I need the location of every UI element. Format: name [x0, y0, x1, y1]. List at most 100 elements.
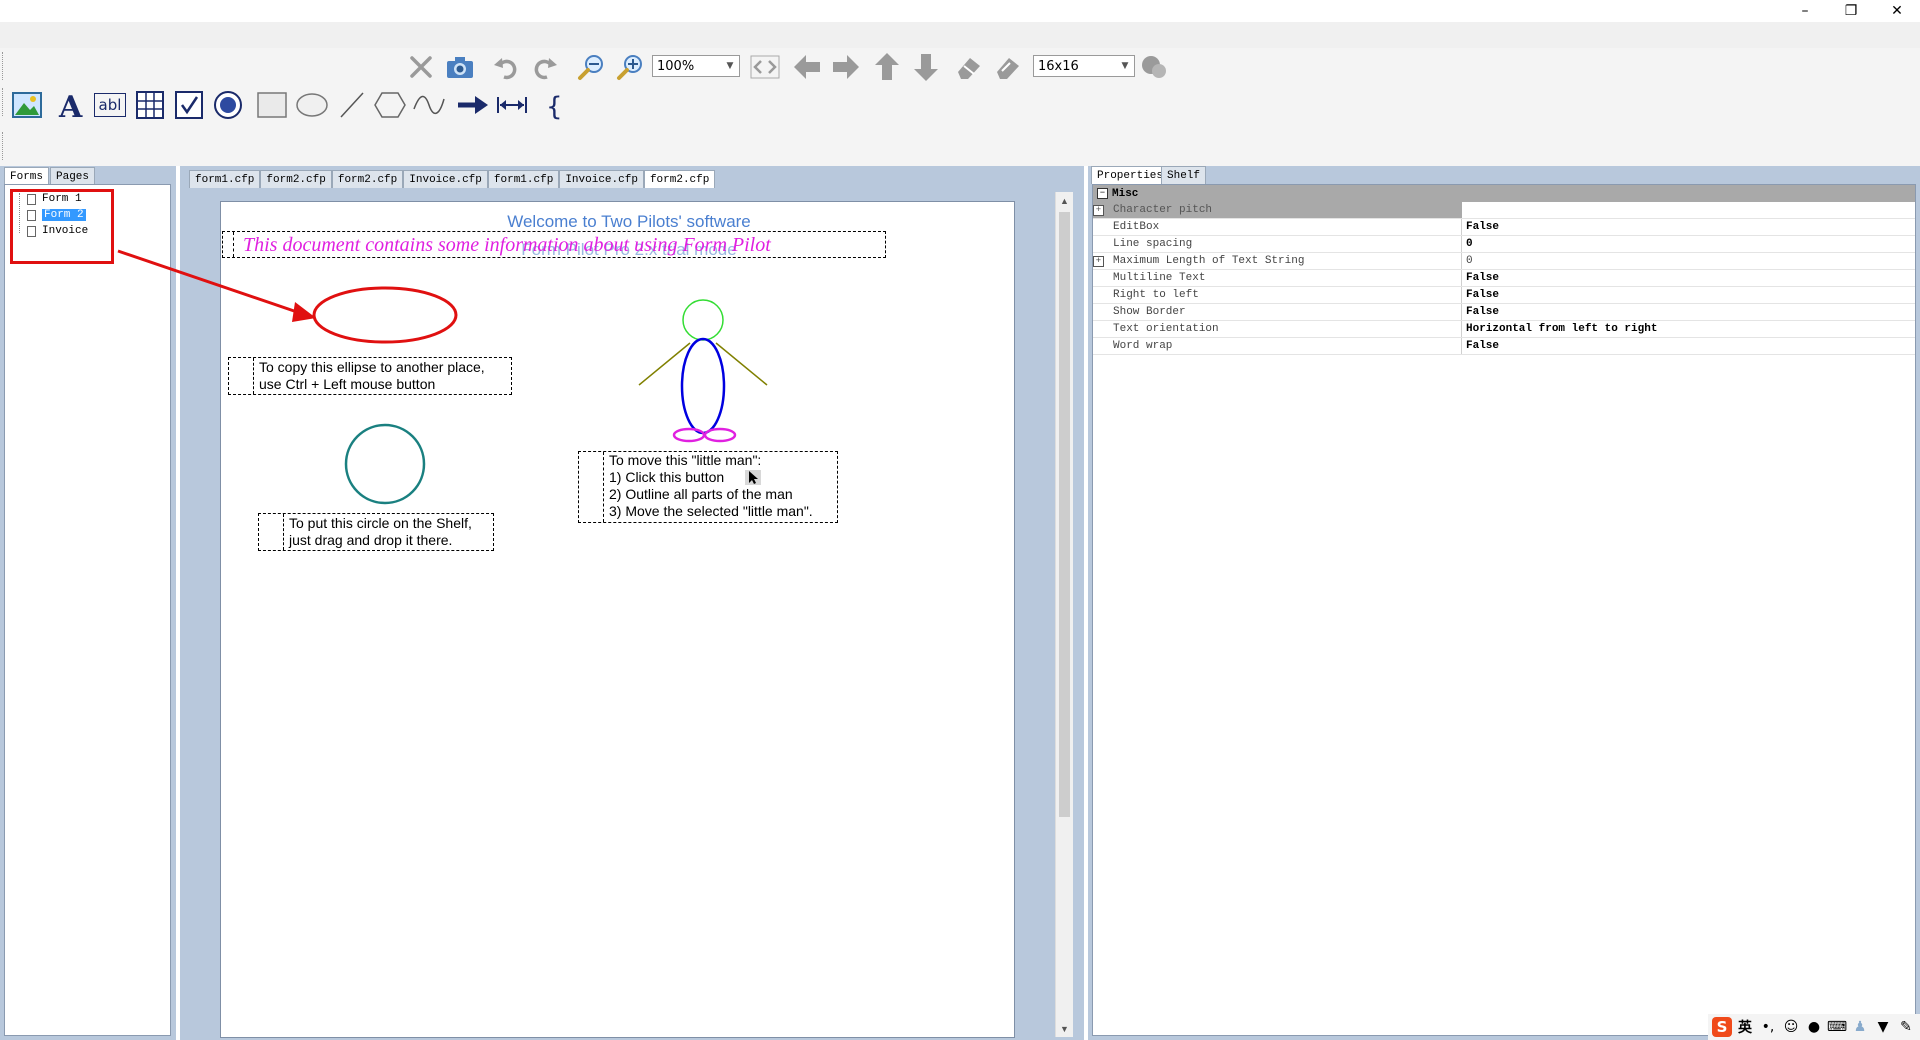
toolbar-grip[interactable] — [2, 88, 6, 116]
property-row[interactable]: + Character pitch — [1093, 202, 1915, 219]
dimension-tool-icon[interactable] — [495, 88, 529, 122]
property-name: + Character pitch — [1093, 202, 1462, 218]
forms-tree: Form 1 Form 2 Invoice — [4, 184, 171, 1036]
arrow-right-icon[interactable] — [829, 50, 863, 84]
toolbar-grip[interactable] — [2, 132, 6, 160]
scroll-up-icon[interactable]: ▲ — [1056, 192, 1073, 209]
man-note-line-4: 3) Move the selected "little man". — [609, 503, 813, 519]
ellipse-note-line-2: use Ctrl + Left mouse button — [259, 376, 436, 392]
settings-wrench-icon[interactable]: ✎ — [1896, 1017, 1916, 1037]
undo-icon[interactable] — [489, 50, 523, 84]
category-misc[interactable]: − Misc — [1093, 185, 1915, 202]
arrow-tool-icon[interactable] — [456, 88, 490, 122]
icon-size-select[interactable]: 16x16 ▼ — [1033, 55, 1135, 77]
red-ellipse-shape — [312, 286, 458, 344]
property-row[interactable]: Text orientation Horizontal from left to… — [1093, 321, 1915, 338]
svg-text:{: { — [546, 92, 563, 120]
arrow-left-icon[interactable] — [790, 50, 824, 84]
select-cursor-icon[interactable] — [745, 470, 761, 485]
property-name: Multiline Text — [1105, 270, 1462, 286]
rectangle-tool-icon[interactable] — [255, 88, 289, 122]
property-value[interactable]: False — [1462, 219, 1915, 235]
tab-properties[interactable]: Properties — [1091, 166, 1170, 184]
property-row[interactable]: + Maximum Length of Text String 0 — [1093, 253, 1915, 270]
property-value[interactable]: False — [1462, 338, 1915, 354]
curve-tool-icon[interactable] — [412, 88, 446, 122]
eraser-alt-icon[interactable] — [991, 50, 1025, 84]
close-button[interactable]: ✕ — [1874, 0, 1920, 22]
punctuation-icon[interactable]: •, — [1758, 1017, 1778, 1037]
circle-note-box[interactable]: To put this circle on the Shelf, just dr… — [258, 513, 494, 551]
cut-icon[interactable] — [404, 50, 438, 84]
property-value[interactable]: 0 — [1462, 253, 1915, 269]
eraser-icon[interactable] — [952, 50, 986, 84]
nav-prev-next-icon[interactable] — [748, 50, 782, 84]
property-name: Line spacing — [1105, 236, 1462, 252]
scroll-down-icon[interactable]: ▼ — [1056, 1020, 1073, 1037]
property-value[interactable]: 0 — [1462, 236, 1915, 252]
microphone-icon[interactable]: ● — [1804, 1017, 1824, 1037]
property-value[interactable]: Horizontal from left to right — [1462, 321, 1915, 337]
ime-language-toggle[interactable]: 英 — [1735, 1017, 1755, 1037]
property-row[interactable]: Right to left False — [1093, 287, 1915, 304]
user-icon[interactable]: ♟ — [1850, 1017, 1870, 1037]
man-note-box[interactable]: To move this "little man": 1) Click this… — [578, 451, 838, 523]
image-tool-icon[interactable] — [10, 88, 44, 122]
redo-icon[interactable] — [528, 50, 562, 84]
radio-tool-icon[interactable] — [211, 88, 245, 122]
text-tool-icon[interactable]: A — [55, 88, 89, 122]
property-value[interactable]: False — [1462, 304, 1915, 320]
checkbox-tool-icon[interactable] — [172, 88, 206, 122]
forms-panel: Forms Pages Form 1 Form 2 Invoice — [0, 166, 176, 1040]
property-row[interactable]: Multiline Text False — [1093, 270, 1915, 287]
man-note-line-2: 1) Click this button — [609, 469, 725, 485]
table-tool-icon[interactable] — [133, 88, 167, 122]
properties-panel: Properties Shelf − Misc + Character pitch… — [1088, 166, 1920, 1040]
skin-icon[interactable]: ▼ — [1873, 1017, 1893, 1037]
editbox-tool-icon[interactable]: abl — [93, 88, 127, 122]
emoji-icon[interactable]: ☺ — [1781, 1017, 1801, 1037]
property-value[interactable]: False — [1462, 287, 1915, 303]
ime-logo-icon[interactable]: S — [1712, 1017, 1732, 1037]
toolbar-grip[interactable] — [2, 52, 6, 80]
property-value[interactable] — [1462, 202, 1915, 218]
zoom-out-icon[interactable] — [574, 50, 608, 84]
expand-icon[interactable]: + — [1093, 205, 1104, 216]
scrollbar-thumb[interactable] — [1059, 212, 1070, 817]
vertical-scrollbar[interactable]: ▲ ▼ — [1055, 192, 1073, 1037]
restore-button[interactable]: ❐ — [1828, 0, 1874, 22]
property-row[interactable]: EditBox False — [1093, 219, 1915, 236]
annotation-highlight-box — [10, 189, 114, 264]
tab-pages[interactable]: Pages — [50, 167, 96, 185]
property-row[interactable]: Word wrap False — [1093, 338, 1915, 355]
property-row[interactable]: Line spacing 0 — [1093, 236, 1915, 253]
collapse-icon[interactable]: − — [1097, 188, 1108, 199]
tab-shelf[interactable]: Shelf — [1161, 166, 1207, 184]
property-name: EditBox — [1105, 219, 1462, 235]
document-panel: form1.cfp form2.cfp form2.cfp Invoice.cf… — [180, 166, 1084, 1040]
line-tool-icon[interactable] — [335, 88, 369, 122]
brace-tool-icon[interactable]: { — [536, 88, 570, 122]
expand-icon[interactable]: + — [1093, 256, 1104, 267]
man-arms-shape — [638, 342, 768, 386]
arrow-up-icon[interactable] — [870, 50, 904, 84]
arrow-down-icon[interactable] — [909, 50, 943, 84]
ellipse-tool-icon[interactable] — [295, 88, 329, 122]
camera-icon[interactable] — [443, 50, 477, 84]
property-row[interactable]: Show Border False — [1093, 304, 1915, 321]
system-tray: S 英 •, ☺ ● ⌨ ♟ ▼ ✎ — [1708, 1014, 1920, 1040]
zoom-in-icon[interactable] — [613, 50, 647, 84]
title-bar: – ❐ ✕ — [0, 0, 1920, 22]
icon-size-value: 16x16 — [1038, 58, 1079, 74]
ellipse-note-box[interactable]: To copy this ellipse to another place, u… — [228, 357, 512, 395]
bubbles-icon[interactable] — [1137, 50, 1171, 84]
circle-note-line-2: just drag and drop it there. — [289, 532, 453, 548]
tab-forms[interactable]: Forms — [4, 167, 50, 185]
property-value[interactable]: False — [1462, 270, 1915, 286]
polygon-tool-icon[interactable] — [373, 88, 407, 122]
minimize-button[interactable]: – — [1782, 0, 1828, 22]
zoom-select[interactable]: 100% ▼ — [652, 55, 740, 77]
property-grid: − Misc + Character pitch EditBox False Li… — [1092, 184, 1916, 1036]
man-right-foot-shape — [703, 427, 737, 443]
keyboard-icon[interactable]: ⌨ — [1827, 1017, 1847, 1037]
